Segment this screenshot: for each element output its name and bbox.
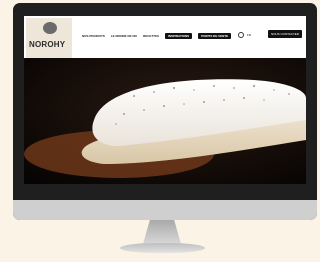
- nav-item-products[interactable]: NOS PRODUITS: [82, 34, 105, 38]
- main-nav: NOS PRODUITS LE MONDE DE NO RECETTES INS…: [82, 33, 232, 39]
- hero-image: [24, 58, 306, 184]
- language-switch[interactable]: FR: [247, 33, 251, 37]
- monitor-stand-neck: [143, 220, 181, 244]
- nav-item-recipes[interactable]: RECETTES: [143, 34, 159, 38]
- brand-name: NOROHY: [29, 40, 66, 49]
- nav-item-stores[interactable]: POINTS DE VENTE: [198, 33, 232, 39]
- monitor-chin: [13, 200, 317, 220]
- header-tools: FR: [238, 32, 251, 38]
- monitor: NOROHY NOS PRODUITS LE MONDE DE NO RECET…: [13, 3, 317, 220]
- contact-button[interactable]: NOUS CONTACTER: [268, 30, 302, 38]
- brand-logo[interactable]: NOROHY: [26, 18, 72, 58]
- logo-mark-icon: [43, 22, 57, 34]
- nav-item-world[interactable]: LE MONDE DE NO: [111, 34, 137, 38]
- nav-item-inspirations[interactable]: INSPIRATIONS: [165, 33, 193, 39]
- screen: NOROHY NOS PRODUITS LE MONDE DE NO RECET…: [24, 16, 306, 184]
- search-icon[interactable]: [238, 32, 244, 38]
- monitor-stand-base: [120, 243, 205, 253]
- website-header: NOROHY NOS PRODUITS LE MONDE DE NO RECET…: [24, 16, 306, 58]
